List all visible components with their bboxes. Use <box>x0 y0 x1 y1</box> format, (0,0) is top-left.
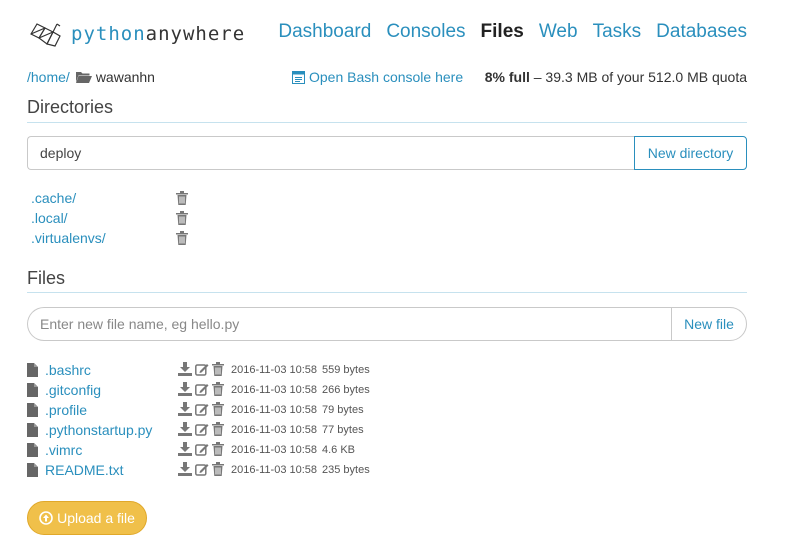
main-nav: Dashboard Consoles Files Web Tasks Datab… <box>278 21 747 43</box>
file-link[interactable]: .profile <box>45 402 87 418</box>
file-link[interactable]: .pythonstartup.py <box>45 422 152 438</box>
file-actions <box>178 442 224 456</box>
download-icon[interactable] <box>178 422 192 436</box>
directories-heading: Directories <box>27 97 114 117</box>
new-file-form: Enter new file name, eg hello.py New fil… <box>27 307 747 341</box>
quota-detail: – 39.3 MB of your 512.0 MB quota <box>529 69 747 85</box>
directory-row: .local/ <box>31 209 201 229</box>
file-icon <box>27 363 38 377</box>
nav-databases[interactable]: Databases <box>656 21 747 43</box>
delete-trash-icon[interactable] <box>212 382 224 396</box>
new-directory-input[interactable]: deploy <box>27 136 634 170</box>
edit-icon[interactable] <box>195 462 209 476</box>
logo-text: pythonanywhere <box>71 23 246 45</box>
breadcrumb-current: wawanhn <box>95 69 155 85</box>
new-directory-button[interactable]: New directory <box>634 136 747 170</box>
pythonanywhere-logo[interactable]: pythonanywhere <box>27 18 245 50</box>
breadcrumb: /home/ wawanhn <box>27 69 155 85</box>
file-actions <box>178 382 224 396</box>
file-link[interactable]: .vimrc <box>45 442 82 458</box>
file-row: .vimrc 2016-11-03 10:58 4.6 KB <box>27 440 447 460</box>
nav-dashboard[interactable]: Dashboard <box>278 21 371 43</box>
file-row: .gitconfig 2016-11-03 10:58 266 bytes <box>27 380 447 400</box>
file-size: 235 bytes <box>322 464 370 476</box>
file-link[interactable]: .gitconfig <box>45 382 101 398</box>
file-link[interactable]: README.txt <box>45 462 124 478</box>
upload-file-label: Upload a file <box>57 510 135 526</box>
file-actions <box>178 462 224 476</box>
file-actions <box>178 402 224 416</box>
download-icon[interactable] <box>178 462 192 476</box>
file-date: 2016-11-03 10:58 <box>231 404 318 416</box>
new-file-button[interactable]: New file <box>671 307 747 341</box>
folder-open-icon <box>75 72 92 83</box>
file-date: 2016-11-03 10:58 <box>231 384 318 396</box>
download-icon[interactable] <box>178 362 192 376</box>
new-file-input[interactable]: Enter new file name, eg hello.py <box>27 307 671 341</box>
directory-link[interactable]: .cache/ <box>31 190 76 206</box>
edit-icon[interactable] <box>195 382 209 396</box>
file-row: README.txt 2016-11-03 10:58 235 bytes <box>27 460 447 480</box>
upload-file-button[interactable]: Upload a file <box>27 501 147 535</box>
python-snake-logo-icon <box>30 23 61 47</box>
console-icon <box>292 70 305 84</box>
disk-quota: 8% full – 39.3 MB of your 512.0 MB quota <box>485 69 747 85</box>
file-icon <box>27 443 38 457</box>
edit-icon[interactable] <box>195 402 209 416</box>
edit-icon[interactable] <box>195 362 209 376</box>
download-icon[interactable] <box>178 402 192 416</box>
file-actions <box>178 362 224 376</box>
open-bash-console-link[interactable]: Open Bash console here <box>292 69 463 85</box>
file-date: 2016-11-03 10:58 <box>231 444 318 456</box>
file-icon <box>27 383 38 397</box>
file-row: .pythonstartup.py 2016-11-03 10:58 77 byte… <box>27 420 447 440</box>
directories-divider <box>27 122 747 123</box>
file-icon <box>27 423 38 437</box>
nav-web[interactable]: Web <box>539 21 578 43</box>
file-row: .bashrc 2016-11-03 10:58 559 bytes <box>27 360 447 380</box>
delete-trash-icon[interactable] <box>212 442 224 456</box>
delete-trash-icon[interactable] <box>212 462 224 476</box>
directory-row: .virtualenvs/ <box>31 229 201 249</box>
files-divider <box>27 292 747 293</box>
open-bash-console-label: Open Bash console here <box>309 69 464 85</box>
delete-trash-icon[interactable] <box>212 362 224 376</box>
file-size: 559 bytes <box>322 364 370 376</box>
file-size: 266 bytes <box>322 384 370 396</box>
file-date: 2016-11-03 10:58 <box>231 424 318 436</box>
download-icon[interactable] <box>178 382 192 396</box>
file-size: 4.6 KB <box>322 444 356 456</box>
new-directory-form: deploy New directory <box>27 136 747 170</box>
delete-trash-icon[interactable] <box>176 231 188 245</box>
nav-tasks[interactable]: Tasks <box>593 21 642 43</box>
edit-icon[interactable] <box>195 422 209 436</box>
file-link[interactable]: .bashrc <box>45 362 91 378</box>
directory-row: .cache/ <box>31 189 201 209</box>
edit-icon[interactable] <box>195 442 209 456</box>
file-size: 79 bytes <box>322 404 364 416</box>
delete-trash-icon[interactable] <box>212 402 224 416</box>
file-icon <box>27 463 38 477</box>
file-actions <box>178 422 224 436</box>
file-icon <box>27 403 38 417</box>
delete-trash-icon[interactable] <box>176 191 188 205</box>
file-date: 2016-11-03 10:58 <box>231 364 318 376</box>
breadcrumb-home[interactable]: /home/ <box>27 69 70 85</box>
file-row: .profile 2016-11-03 10:58 79 bytes <box>27 400 447 420</box>
directory-link[interactable]: .local/ <box>31 210 68 226</box>
nav-files[interactable]: Files <box>481 21 524 43</box>
file-date: 2016-11-03 10:58 <box>231 464 318 476</box>
directory-link[interactable]: .virtualenvs/ <box>31 230 106 246</box>
delete-trash-icon[interactable] <box>176 211 188 225</box>
delete-trash-icon[interactable] <box>212 422 224 436</box>
download-icon[interactable] <box>178 442 192 456</box>
quota-percent: 8% full <box>484 69 530 85</box>
file-size: 77 bytes <box>322 424 364 436</box>
upload-arrow-circle-icon <box>39 511 53 525</box>
files-heading: Files <box>27 268 66 288</box>
nav-consoles[interactable]: Consoles <box>386 21 465 43</box>
